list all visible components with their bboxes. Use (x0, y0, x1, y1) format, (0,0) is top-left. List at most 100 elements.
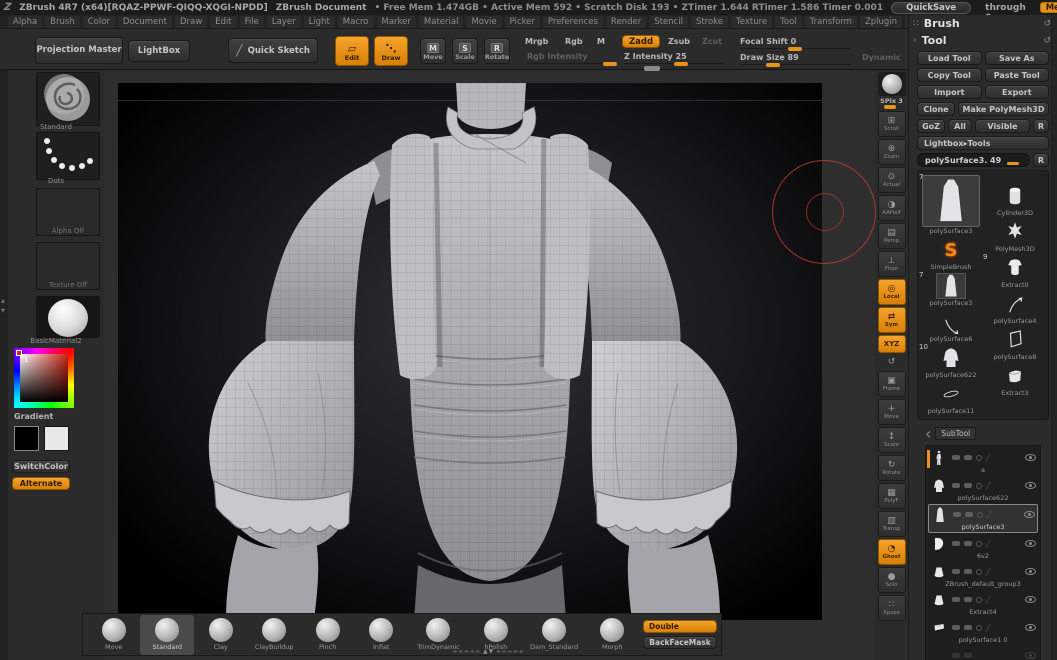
subtool-row-a[interactable]: ╱ a (928, 448, 1038, 475)
solo-button[interactable]: ● Solo (877, 567, 906, 593)
tool-extract0[interactable]: 9 Extract0 (983, 253, 1045, 289)
subtool-row-default-group[interactable]: ╱ ZBrush_default_group3 (928, 562, 1038, 589)
move-mode-button[interactable]: M Move (420, 38, 446, 64)
main-color-swatch[interactable] (14, 426, 39, 451)
zsub-button[interactable]: Zsub (668, 37, 690, 46)
paint-icon[interactable] (952, 597, 960, 602)
collapse-icon[interactable]: ‹ (913, 36, 917, 46)
save-as-button[interactable]: Save As (984, 51, 1049, 65)
quicksave-button[interactable]: QuickSave (891, 1, 972, 14)
paint-icon[interactable] (952, 541, 960, 546)
brush-standard[interactable]: Standard (140, 614, 194, 655)
menu-color[interactable]: Color (82, 15, 115, 28)
current-stroke-thumbnail[interactable] (36, 132, 100, 180)
load-tool-button[interactable]: Load Tool (917, 51, 982, 65)
rgb-intensity-handle[interactable] (603, 62, 617, 66)
mask-icon[interactable]: ╱ (986, 454, 990, 462)
paint2-icon[interactable] (964, 483, 972, 488)
subtool-collapse-icon[interactable]: ‹ (925, 424, 931, 443)
subtool-row-extract4[interactable]: ╱ Extract4 (928, 590, 1038, 617)
import-button[interactable]: Import (917, 85, 982, 99)
brush-dam-standard[interactable]: Dam_Standard (523, 615, 586, 655)
visibility-eye-icon[interactable] (1025, 482, 1036, 489)
clone-button[interactable]: Clone (917, 102, 955, 116)
sym-button[interactable]: ⇄ Sym (877, 307, 906, 333)
projection-master-button[interactable]: Projection Master (35, 37, 123, 64)
mrgb-button[interactable]: Mrgb (525, 37, 548, 46)
subtool-row-polysurface1[interactable]: ╱ polySurface1 0 (928, 618, 1038, 645)
sculpt-toggle-icon[interactable] (976, 624, 982, 631)
goz-visible-button[interactable]: Visible (975, 119, 1030, 133)
menu-stencil[interactable]: Stencil (649, 15, 688, 28)
brush-palette-header[interactable]: ∷ Brush ↺ (909, 15, 1057, 32)
mask-icon[interactable]: ╱ (987, 511, 991, 519)
document-viewport[interactable] (118, 83, 822, 620)
menu-draw[interactable]: Draw (174, 15, 208, 28)
copy-tool-button[interactable]: Copy Tool (917, 68, 982, 82)
brush-move[interactable]: Move (87, 615, 140, 655)
polyf-button[interactable]: ▦ PolyF (877, 483, 906, 509)
subtool-row-polysurface622[interactable]: ╱ polySurface622 (928, 476, 1038, 503)
tool-simplebrush[interactable]: S SimpleBrush (921, 237, 981, 272)
switch-color-button[interactable]: SwitchColor (12, 460, 70, 473)
left-tray-divider[interactable]: ▲ ▼ (0, 70, 8, 660)
brush-inflat[interactable]: Inflat (354, 615, 407, 655)
bpr-button[interactable] (877, 72, 906, 96)
tool-polysurface3-active[interactable]: 7 polySurface3 (919, 173, 981, 235)
menu-tool[interactable]: Tool (775, 15, 802, 28)
aahalf-button[interactable]: ◑ AAHalf (877, 195, 906, 221)
menu-texture[interactable]: Texture (731, 15, 773, 28)
mask-icon[interactable]: ╱ (986, 624, 990, 632)
tool-extract3[interactable]: Extract3 (985, 363, 1045, 397)
menu-transform[interactable]: Transform (804, 15, 857, 28)
xyz-button[interactable]: XYZ (877, 335, 906, 353)
pager-up-icon[interactable]: ▲▼ (483, 648, 494, 655)
visibility-eye-icon[interactable] (1025, 568, 1036, 575)
menu-stroke[interactable]: Stroke (690, 15, 729, 28)
quick-sketch-button[interactable]: ╱ Quick Sketch (228, 38, 318, 63)
scale-view-button[interactable]: ↕ Scale (877, 427, 906, 453)
sculpt-toggle-icon[interactable] (976, 540, 982, 547)
active-tool-r-button[interactable]: R (1033, 153, 1049, 167)
paint-icon[interactable] (952, 455, 960, 460)
rgb-intensity-slider[interactable]: Rgb Intensity (527, 52, 617, 66)
alternate-button[interactable]: Alternate (12, 477, 70, 490)
z-intensity-handle[interactable] (674, 62, 688, 66)
draw-size-slider[interactable]: Draw Size 89 (740, 53, 850, 67)
focal-shift-handle[interactable] (788, 47, 802, 51)
mask-icon[interactable]: ╱ (986, 568, 990, 576)
paint2-icon[interactable] (964, 569, 972, 574)
rotate-mode-button[interactable]: R Rotate (484, 38, 510, 64)
frame-button[interactable]: ▣ Frame (877, 371, 906, 397)
paint2-icon[interactable] (964, 541, 972, 546)
tool-cycle-icon[interactable]: ↺ (1043, 36, 1051, 46)
menus-button[interactable]: Menus (1039, 2, 1057, 13)
m-button[interactable]: M (597, 37, 605, 46)
menu-alpha[interactable]: Alpha (8, 15, 43, 28)
rotate-view-button[interactable]: ↻ Rotate (877, 455, 906, 481)
menu-marker[interactable]: Marker (376, 15, 416, 28)
menu-edit[interactable]: Edit (210, 15, 237, 28)
menu-material[interactable]: Material (418, 15, 464, 28)
visibility-eye-icon[interactable] (1025, 596, 1036, 603)
sculpt-toggle-icon[interactable] (976, 596, 982, 603)
lightbox-tools-button[interactable]: Lightbox▸Tools (917, 136, 1049, 150)
visibility-eye-icon[interactable] (1024, 511, 1035, 518)
color-picker[interactable]: 1 (14, 348, 74, 408)
tray-up-icon[interactable]: ▲ (1, 298, 5, 304)
mask-icon[interactable]: ╱ (986, 482, 990, 490)
menu-movie[interactable]: Movie (466, 15, 502, 28)
lightbox-button[interactable]: LightBox (128, 40, 190, 62)
tool-polysurface4[interactable]: polySurface4 (985, 291, 1045, 325)
menu-layer[interactable]: Layer (266, 15, 301, 28)
tool-palette-header[interactable]: ‹ Tool ↺ (909, 32, 1057, 49)
tool-polysurface622[interactable]: 10 polySurface622 (919, 343, 981, 379)
mask-icon[interactable]: ╱ (986, 540, 990, 548)
paint-icon[interactable] (952, 483, 960, 488)
focal-shift-slider[interactable]: Focal Shift 0 (740, 37, 850, 51)
export-button[interactable]: Export (984, 85, 1049, 99)
panel-scrollbar[interactable] (1051, 15, 1057, 660)
gradient-label[interactable]: Gradient (8, 412, 68, 421)
brush-pinch[interactable]: Pinch (301, 615, 354, 655)
mask-icon[interactable]: ╱ (986, 596, 990, 604)
